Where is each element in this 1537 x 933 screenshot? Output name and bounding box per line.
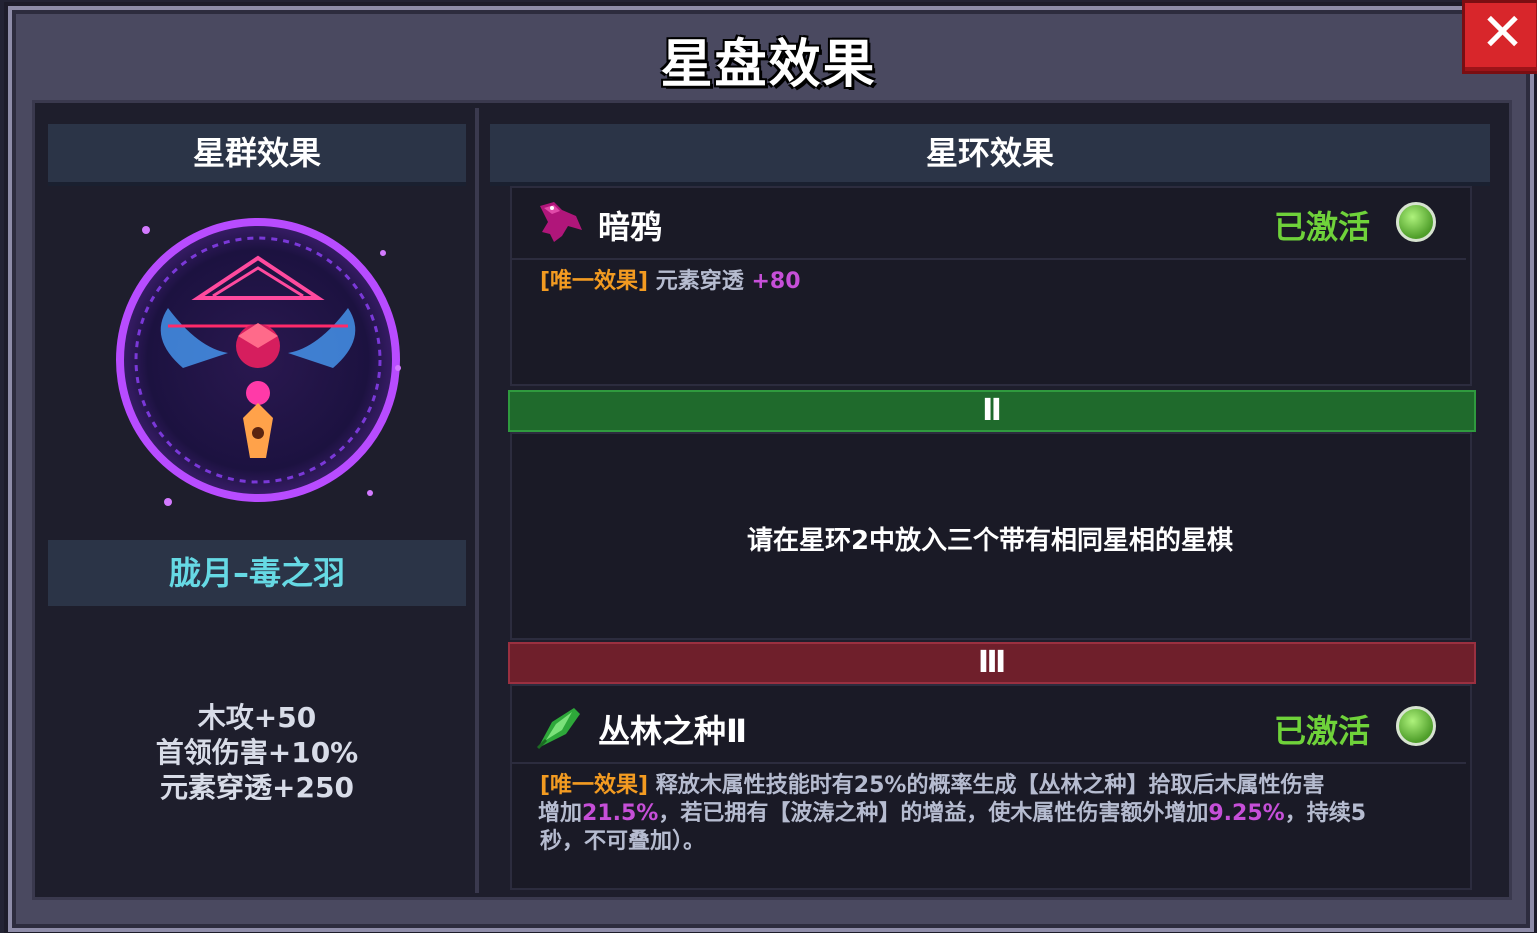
ring1-status: 已激活 [1273,208,1370,246]
ring1-desc-text: 元素穿透 [655,269,752,294]
ring3-bar: Ⅲ [508,642,1476,684]
active-indicator-icon [1396,202,1436,242]
stat-line: 首领伤害+10% [155,736,359,769]
ring3-status: 已激活 [1273,712,1370,750]
dialog-title: 星盘效果 [660,35,877,95]
ring3-desc-text: 释放木属性技能时有25%的概率生成【丛林之种】拾取后木属性伤害 [655,773,1325,798]
constellation-stats: 木攻+50 首领伤害+10% 元素穿透+250 [48,700,466,805]
ring3-desc-text: ，持续5 [1284,801,1366,826]
ring1-description: [唯一效果] 元素穿透 +80 [540,268,801,296]
ring3-header: 丛林之种Ⅱ 已激活 [512,692,1466,764]
ring-effect-header: 星环效果 [490,124,1490,186]
close-button[interactable]: ✕ [1462,0,1537,74]
ring1-name: 暗鸦 [598,208,663,246]
stat-line: 木攻+50 [197,701,317,734]
ring1-desc-value: +80 [751,269,801,294]
unique-effect-tag: [唯一效果] [540,269,649,294]
ring3-desc-line: 秒，不可叠加）。 [540,829,706,854]
close-icon: ✕ [1480,3,1525,63]
ring2-bar: Ⅱ [508,390,1476,432]
ring3-desc-line: 增加21.5%，若已拥有【波涛之种】的增益，使木属性伤害额外增加9.25%，持续… [538,800,1440,828]
constellation-effect-header: 星群效果 [48,124,466,186]
ring3-name: 丛林之种Ⅱ [598,712,748,750]
ring3-desc-value: 9.25% [1208,801,1285,826]
stat-line: 元素穿透+250 [160,771,354,804]
constellation-name: 胧月–毒之羽 [48,540,466,606]
crow-icon [540,202,582,242]
column-divider [475,108,479,893]
ring3-desc-line: [唯一效果] 释放木属性技能时有25%的概率生成【丛林之种】拾取后木属性伤害 [540,772,1440,800]
constellation-emblem-icon [116,218,401,506]
ring3-desc-text: ，若已拥有【波涛之种】的增益，使木属性伤害额外增加 [658,801,1209,826]
active-indicator-icon [1396,706,1436,746]
ring3-desc-value: 21.5% [582,801,659,826]
ring3-description: [唯一效果] 释放木属性技能时有25%的概率生成【丛林之种】拾取后木属性伤害 增… [538,772,1440,856]
ring1-header: 暗鸦 已激活 [512,188,1466,260]
ring3-desc-text: 增加 [538,801,583,826]
ring2-requirement: 请在星环2中放入三个带有相同星相的星棋 [746,526,1234,556]
unique-effect-tag: [唯一效果] [540,773,649,798]
leaf-crystal-icon [536,708,580,750]
